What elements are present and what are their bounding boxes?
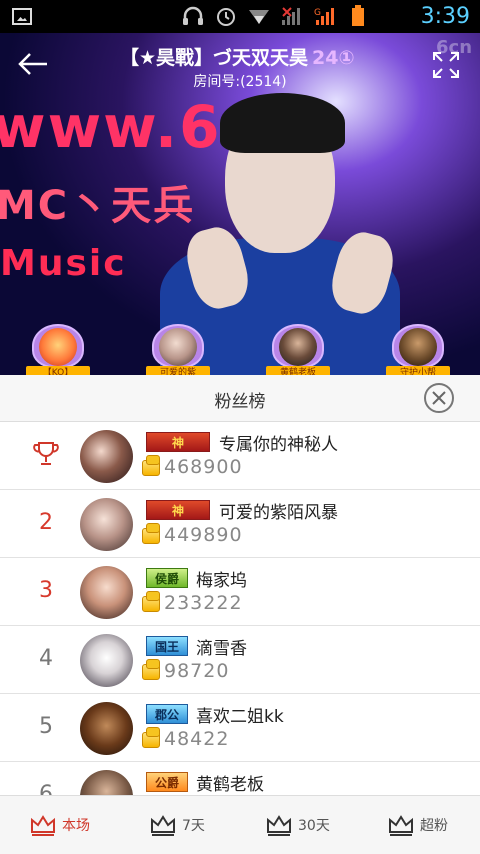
crown-icon	[151, 815, 175, 836]
coin-icon	[142, 659, 160, 680]
rank-badge: 侯爵	[146, 568, 189, 588]
close-button[interactable]	[424, 383, 454, 413]
user-name: 梅家坞	[196, 571, 247, 591]
trophy-icon	[32, 440, 60, 472]
wifi-icon	[247, 5, 271, 27]
coin-amount: 98720	[164, 660, 230, 682]
user-name: 黄鹤老板	[196, 775, 264, 795]
avatar	[80, 498, 133, 551]
user-name: 专属你的神秘人	[219, 435, 338, 455]
avatar	[80, 702, 133, 755]
rank-number: 5	[39, 714, 53, 739]
rank-badge: 神	[146, 500, 210, 520]
top-fans-row: 【KO】 可爱的紫 黄鹤老板 守护小帮	[0, 318, 480, 380]
top-fan-avatar[interactable]: 守护小帮	[386, 324, 450, 380]
coin-amount: 48422	[164, 728, 230, 750]
rank-number: 6	[39, 782, 53, 795]
room-topbar: 【★昊戰】づ天双天昊 24① 房间号:(2514) 6cn	[0, 33, 480, 93]
list-item[interactable]: 4 国王 滴雪香 98720	[0, 626, 480, 694]
expand-icon	[433, 52, 459, 78]
user-name: 喜欢二姐kk	[196, 707, 284, 727]
svg-text:G: G	[314, 8, 321, 18]
coin-amount: 449890	[164, 524, 243, 546]
crown-icon	[31, 815, 55, 836]
tab-7-days[interactable]: 7天	[150, 810, 205, 840]
top-fan-avatar[interactable]: 黄鹤老板	[266, 324, 330, 380]
avatar	[80, 430, 133, 483]
crown-icon	[389, 815, 413, 836]
tab-label: 7天	[182, 818, 205, 834]
room-level-badge: 24①	[312, 47, 355, 69]
list-item[interactable]: 3 侯爵 梅家坞 233222	[0, 558, 480, 626]
close-icon	[432, 391, 446, 405]
signal-icon	[280, 5, 304, 27]
coin-amount: 233222	[164, 592, 243, 614]
room-title: 【★昊戰】づ天双天昊 24①	[120, 43, 355, 70]
coin-icon	[142, 455, 160, 476]
room-number: 房间号:(2514)	[193, 74, 287, 90]
fans-panel-header: 粉丝榜	[0, 375, 480, 422]
avatar	[80, 634, 133, 687]
list-item[interactable]: 2 神 可爱的紫陌风暴 449890	[0, 490, 480, 558]
rank-badge: 国王	[146, 636, 189, 656]
headphones-icon	[181, 5, 205, 27]
rank-number: 2	[39, 510, 53, 535]
coin-icon	[142, 727, 160, 748]
rank-badge: 公爵	[146, 772, 189, 792]
fans-ranking-list[interactable]: 神 专属你的神秘人 468900 2 神 可爱的紫陌风暴 449890 3 侯爵…	[0, 422, 480, 795]
fullscreen-button[interactable]	[432, 51, 460, 79]
list-item[interactable]: 6 公爵 黄鹤老板	[0, 762, 480, 795]
room-name: 【★昊戰】づ天双天昊	[120, 47, 309, 69]
signal-g-icon: G	[313, 5, 337, 27]
tab-this-session[interactable]: 本场	[30, 810, 90, 840]
top-fan-avatar[interactable]: 【KO】	[26, 324, 90, 380]
avatar	[80, 566, 133, 619]
status-time: 3:39	[420, 4, 470, 29]
rank-number: 3	[39, 578, 53, 603]
list-item[interactable]: 5 郡公 喜欢二姐kk 48422	[0, 694, 480, 762]
battery-icon	[346, 5, 370, 27]
rank-badge: 郡公	[146, 704, 189, 724]
image-icon	[12, 8, 32, 25]
video-bg-text: Music	[0, 243, 127, 284]
tab-30-days[interactable]: 30天	[266, 810, 330, 840]
period-tabs: 本场 7天 30天 超粉	[0, 795, 480, 854]
coin-icon	[142, 523, 160, 544]
tab-label: 超粉	[420, 818, 448, 834]
alarm-icon	[214, 5, 238, 27]
panel-title: 粉丝榜	[214, 392, 266, 412]
status-icons: G	[181, 5, 370, 27]
crown-icon	[267, 815, 291, 836]
status-bar: G 3:39	[0, 0, 480, 33]
list-item[interactable]: 神 专属你的神秘人 468900	[0, 422, 480, 490]
tab-label: 本场	[62, 818, 90, 834]
top-fan-avatar[interactable]: 可爱的紫	[146, 324, 210, 380]
rank-badge: 神	[146, 432, 210, 452]
tab-label: 30天	[298, 818, 330, 834]
user-name: 可爱的紫陌风暴	[219, 503, 338, 523]
tab-super-fans[interactable]: 超粉	[388, 810, 448, 840]
user-name: 滴雪香	[196, 639, 247, 659]
coin-icon	[142, 591, 160, 612]
avatar	[80, 770, 133, 795]
rank-number: 4	[39, 646, 53, 671]
coin-amount: 468900	[164, 456, 243, 478]
